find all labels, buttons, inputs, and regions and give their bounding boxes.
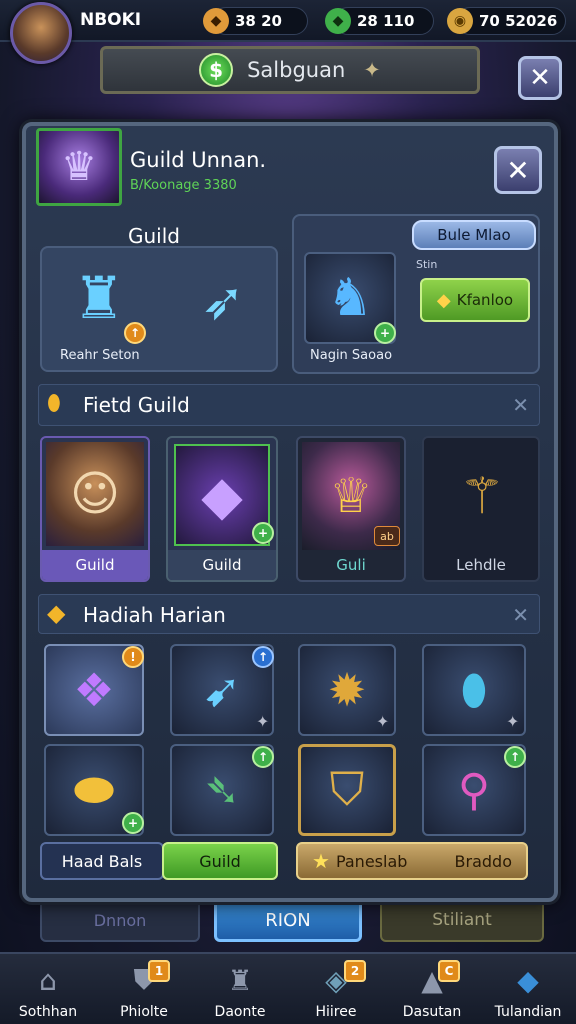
panel-subtitle: B/Koonage 3380 [130,178,237,193]
field-card-2-label: Guild [168,550,276,580]
guild-green-button[interactable]: Guild [162,842,278,880]
reward-4-sparkle-icon: ✦ [506,712,520,731]
guild-leader-portrait: ♛ [36,128,122,206]
sparkle-icon: ✦ [363,58,381,82]
daily-rewards-close-icon[interactable]: ✕ [512,603,529,627]
banner-title: Salbguan [247,58,346,82]
guild-item-card[interactable]: ♜ ↑ ➶ Reahr Seton [40,246,278,372]
field-guild-close-icon[interactable]: ✕ [512,393,529,417]
mage-action-button[interactable]: ◆ Kfanloo [420,278,530,322]
resource-green: ◆ 28 110 [325,7,434,35]
reward-slot-2[interactable]: ➹ ↑ ✦ [170,644,274,736]
braddo-label: Braddo [454,851,512,871]
nav-label-dasutan: Dasutan [402,1004,462,1020]
reward-slot-3[interactable]: ✹ ✦ [298,644,396,736]
castle-icon: ♜ [227,963,253,997]
reward-slot-8[interactable]: ⚲ ↑ [422,744,526,836]
blue-crystal-icon: ◆ [517,963,539,997]
nav-item-hiiree[interactable]: ◈ 2 Hiiree [288,954,384,1024]
reward-slot-5[interactable]: ⬬ + [44,744,144,836]
reward-6-up-icon: ↑ [252,746,274,768]
title-banner: $ Salbguan ✦ [100,46,480,94]
reward-slot-6[interactable]: ➴ ↑ [170,744,274,836]
gold-coin-icon: ◉ [447,8,473,34]
helmet-icon: ♛ [61,144,97,190]
nav-item-daonte[interactable]: ♜ Daonte [192,954,288,1024]
star-icon: ★ [312,849,330,873]
gold-shield-icon: ⛉ [329,762,365,816]
reward-1-alert-icon: ! [122,646,144,668]
behind-button-left[interactable]: Dnnon [40,898,200,942]
resource-amber-value: 38 20 [235,12,282,30]
player-name: NBOKI [80,10,142,30]
resource-gold-value: 70 52026 [479,12,558,30]
nav-label-sothhan: Sothhan [18,1004,78,1020]
nav-label-phiolte: Phiolte [120,1004,168,1020]
paneslab-label: Paneslab [335,851,408,871]
reward-slot-4[interactable]: ⬮ ✦ [422,644,526,736]
reward-8-up-icon: ↑ [504,746,526,768]
field-card-1-label: Guild [42,550,148,580]
nav-item-sothhan[interactable]: ⌂ Sothhan [0,954,96,1024]
field-card-2-plus-icon: + [252,522,274,544]
bottom-nav: ⌂ Sothhan ⛊ 1 Phiolte ♜ Daonte ◈ 2 Hiire… [0,952,576,1024]
panel-title: Guild Unnan. [130,148,267,172]
behind-button-right[interactable]: Stiliant [380,898,544,942]
arrow-gem-icon: ◆ [436,289,451,311]
nav-phiolte-badge: 1 [148,960,170,982]
green-gem-icon: ◆ [325,8,351,34]
upgrade-badge-icon: ↑ [124,322,146,344]
resource-green-value: 28 110 [357,12,415,30]
close-panel-button[interactable]: ✕ [494,146,542,194]
resource-gold: ◉ 70 52026 [447,7,566,35]
behind-button-center[interactable]: RION [214,898,362,942]
daily-rewards-title: Hadiah Harian [83,603,226,627]
field-guild-header: ⬮ Fietd Guild ✕ [38,384,540,426]
guild-box-title: Guild [128,224,180,248]
dollar-coin-icon: $ [199,53,234,87]
nav-label-daonte: Daonte [214,1004,266,1020]
plus-badge-icon: + [374,322,396,344]
field-guild-title: Fietd Guild [83,393,190,417]
nav-label-hiiree: Hiiree [315,1004,357,1020]
field-card-3-label: Guli [336,556,366,574]
nav-hiiree-badge: 2 [344,960,366,982]
nav-item-phiolte[interactable]: ⛊ 1 Phiolte [96,954,192,1024]
field-card-3[interactable]: ♕ ab Guli [296,436,406,582]
mage-action-label: Kfanloo [456,291,514,309]
mage-portrait-label: Nagin Saoao [310,348,393,363]
guild-item-label: Reahr Seton [60,348,140,363]
ice-dagger-icon: ➶ [201,272,245,332]
mage-tab[interactable]: Bule Mlao [412,220,536,250]
gold-shield-small-icon: ⬮ [47,391,61,416]
resource-amber: ◆ 38 20 [203,7,308,35]
mage-small-label: Stin [416,258,438,271]
field-card-1[interactable]: ☺ Guild [40,436,150,582]
nav-item-dasutan[interactable]: ▲ C Dasutan [384,954,480,1024]
field-card-4-label: Lehdle [456,556,506,574]
daily-rewards-header: ◆ Hadiah Harian ✕ [38,594,540,634]
reward-2-sparkle-icon: ✦ [256,712,270,731]
player-avatar[interactable] [10,2,72,64]
golden-staff-icon: ⚚ [459,467,505,525]
field-card-4[interactable]: ⚚ Lehdle [422,436,540,582]
reward-2-up-icon: ↑ [252,646,274,668]
field-card-3-badge: ab [374,526,400,546]
reward-5-plus-icon: + [122,812,144,834]
field-card-2[interactable]: ◆ + Guild [166,436,278,582]
gold-diamond-icon: ◆ [47,599,66,627]
nav-dasutan-badge: C [438,960,460,982]
warrior-portrait-icon: ☺ [46,442,144,546]
nav-item-tulandian[interactable]: ◆ Tulandian [480,954,576,1024]
home-icon: ⌂ [39,963,57,997]
haad-bals-button[interactable]: Haad Bals [40,842,164,880]
amber-gem-icon: ◆ [203,8,229,34]
close-outer-button[interactable]: ✕ [518,56,562,100]
reward-slot-1[interactable]: ❖ ! [44,644,144,736]
reward-slot-7[interactable]: ⛉ [298,744,396,836]
mage-portrait[interactable]: ♞ + [304,252,396,344]
nav-label-tulandian: Tulandian [494,1004,562,1020]
paneslab-button[interactable]: ★ Paneslab Braddo [296,842,528,880]
reward-3-sparkle-icon: ✦ [376,712,390,731]
